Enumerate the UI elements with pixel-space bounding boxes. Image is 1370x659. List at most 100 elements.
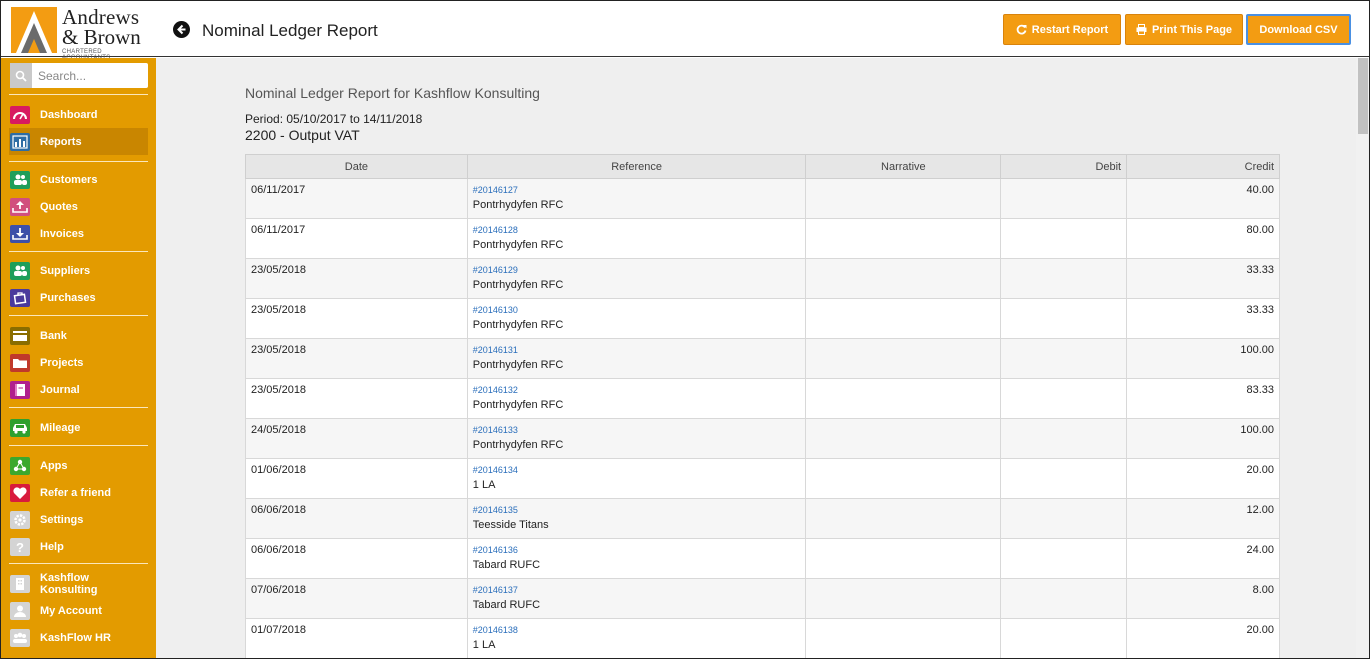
sidebar-search xyxy=(10,63,148,88)
car-icon xyxy=(10,418,30,437)
sidebar-item-label: Mileage xyxy=(40,421,81,434)
sidebar-item-label: Help xyxy=(40,540,64,553)
shopping-bag-icon xyxy=(10,288,30,307)
reference-link[interactable]: #20146130 xyxy=(473,305,801,315)
sidebar-item-suppliers[interactable]: Suppliers xyxy=(9,257,148,284)
sidebar-item-label: Journal xyxy=(40,383,80,396)
sidebar-item-apps[interactable]: Apps xyxy=(9,452,148,479)
sidebar-divider xyxy=(9,251,148,252)
folder-icon xyxy=(10,353,30,372)
download-csv-button[interactable]: Download CSV xyxy=(1246,14,1351,45)
reference-link[interactable]: #20146135 xyxy=(473,505,801,515)
sidebar-item-mileage[interactable]: Mileage xyxy=(9,414,148,441)
cell-debit xyxy=(1000,218,1128,259)
reference-link[interactable]: #20146134 xyxy=(473,465,801,475)
download-tray-icon xyxy=(10,224,30,243)
sidebar-item-company[interactable]: Kashflow Konsulting xyxy=(9,570,148,597)
cell-date: 23/05/2018 xyxy=(245,378,468,419)
sidebar-item-label: Purchases xyxy=(40,291,96,304)
sidebar-item-kashflow-hr[interactable]: KashFlow HR xyxy=(9,624,148,651)
cell-reference: #20146127 Pontrhydyfen RFC xyxy=(466,178,807,219)
vertical-scrollbar[interactable] xyxy=(1356,58,1369,658)
customer-name: Pontrhydyfen RFC xyxy=(472,199,564,211)
cell-date: 07/06/2018 xyxy=(245,578,468,619)
sidebar-item-bank[interactable]: Bank xyxy=(9,322,148,349)
back-arrow-icon[interactable] xyxy=(173,21,190,38)
reference-link[interactable]: #20146137 xyxy=(473,585,801,595)
table-row: 06/11/2017 #20146127 Pontrhydyfen RFC 40.00 xyxy=(245,178,1280,219)
search-input[interactable] xyxy=(38,63,144,88)
table-row: 01/06/2018 #20146134 1 LA 20.00 xyxy=(245,458,1280,499)
sidebar-item-help[interactable]: ? Help xyxy=(9,533,148,560)
cell-credit: 80.00 xyxy=(1126,218,1280,259)
customer-name: Teesside Titans xyxy=(472,519,549,531)
table-row: 07/06/2018 #20146137 Tabard RUFC 8.00 xyxy=(245,578,1280,619)
cell-narrative xyxy=(805,338,1002,379)
cell-date: 06/06/2018 xyxy=(245,498,468,539)
cell-credit: 40.00 xyxy=(1126,178,1280,219)
bar-chart-icon xyxy=(10,132,30,151)
users-icon xyxy=(10,261,30,280)
sidebar-item-projects[interactable]: Projects xyxy=(9,349,148,376)
sidebar-item-label: Quotes xyxy=(40,200,78,213)
cell-narrative xyxy=(805,218,1002,259)
cell-credit: 20.00 xyxy=(1126,618,1280,658)
brand-logo[interactable]: Andrews & Brown CHARTERED ACCOUNTANTS xyxy=(11,5,151,61)
table-row: 01/07/2018 #20146138 1 LA 20.00 xyxy=(245,618,1280,658)
table-row: 06/11/2017 #20146128 Pontrhydyfen RFC 80.00 xyxy=(245,218,1280,259)
sidebar-item-customers[interactable]: Customers xyxy=(9,166,148,193)
print-page-button[interactable]: Print This Page xyxy=(1125,14,1243,45)
customer-name: 1 LA xyxy=(472,639,496,651)
table-row: 23/05/2018 #20146131 Pontrhydyfen RFC 100.0… xyxy=(245,338,1280,379)
cell-narrative xyxy=(805,418,1002,459)
report-title: Nominal Ledger Report for Kashflow Konsu… xyxy=(245,85,540,101)
cell-narrative xyxy=(805,298,1002,339)
svg-text:?: ? xyxy=(16,540,24,555)
cell-reference: #20146133 Pontrhydyfen RFC xyxy=(466,418,807,459)
reference-link[interactable]: #20146136 xyxy=(473,545,801,555)
reference-link[interactable]: #20146129 xyxy=(473,265,801,275)
restart-report-label: Restart Report xyxy=(1031,23,1109,36)
reference-link[interactable]: #20146133 xyxy=(473,425,801,435)
cell-reference: #20146131 Pontrhydyfen RFC xyxy=(466,338,807,379)
users-icon xyxy=(10,170,30,189)
restart-report-button[interactable]: Restart Report xyxy=(1003,14,1121,45)
reference-link[interactable]: #20146128 xyxy=(473,225,801,235)
cell-debit xyxy=(1000,178,1128,219)
cell-narrative xyxy=(805,258,1002,299)
sidebar-item-label: KashFlow HR xyxy=(40,631,111,644)
cell-reference: #20146138 1 LA xyxy=(466,618,807,658)
sidebar-item-refer-a-friend[interactable]: Refer a friend xyxy=(9,479,148,506)
sidebar-item-settings[interactable]: Settings xyxy=(9,506,148,533)
cell-debit xyxy=(1000,618,1128,658)
sidebar-item-invoices[interactable]: Invoices xyxy=(9,220,148,247)
apps-network-icon xyxy=(10,456,30,475)
reference-link[interactable]: #20146127 xyxy=(473,185,801,195)
sidebar-item-label: Dashboard xyxy=(40,108,98,121)
logo-a-mark xyxy=(11,7,57,53)
sidebar-item-my-account[interactable]: My Account xyxy=(9,597,148,624)
sidebar-item-reports[interactable]: Reports xyxy=(9,128,148,155)
gear-icon xyxy=(10,510,30,529)
sidebar-item-quotes[interactable]: Quotes xyxy=(9,193,148,220)
report-content: Nominal Ledger Report for Kashflow Konsu… xyxy=(156,58,1356,658)
building-icon xyxy=(10,574,30,593)
customer-name: Pontrhydyfen RFC xyxy=(472,319,564,331)
question-mark-icon: ? xyxy=(10,537,30,556)
cell-reference: #20146130 Pontrhydyfen RFC xyxy=(466,298,807,339)
reference-link[interactable]: #20146138 xyxy=(473,625,801,635)
cell-debit xyxy=(1000,298,1128,339)
reference-link[interactable]: #20146132 xyxy=(473,385,801,395)
cell-narrative xyxy=(805,538,1002,579)
sidebar-divider xyxy=(9,407,148,408)
sidebar-item-journal[interactable]: Journal xyxy=(9,376,148,403)
sidebar-item-purchases[interactable]: Purchases xyxy=(9,284,148,311)
ledger-table: Date Reference Narrative Debit Credit 06… xyxy=(245,154,1280,658)
reference-link[interactable]: #20146131 xyxy=(473,345,801,355)
brand-name-line1: Andrews xyxy=(62,5,140,29)
table-row: 06/06/2018 #20146136 Tabard RUFC 24.00 xyxy=(245,538,1280,579)
cell-reference: #20146132 Pontrhydyfen RFC xyxy=(466,378,807,419)
scrollbar-thumb[interactable] xyxy=(1358,58,1368,134)
sidebar-item-dashboard[interactable]: Dashboard xyxy=(9,101,148,128)
cell-reference: #20146135 Teesside Titans xyxy=(466,498,807,539)
